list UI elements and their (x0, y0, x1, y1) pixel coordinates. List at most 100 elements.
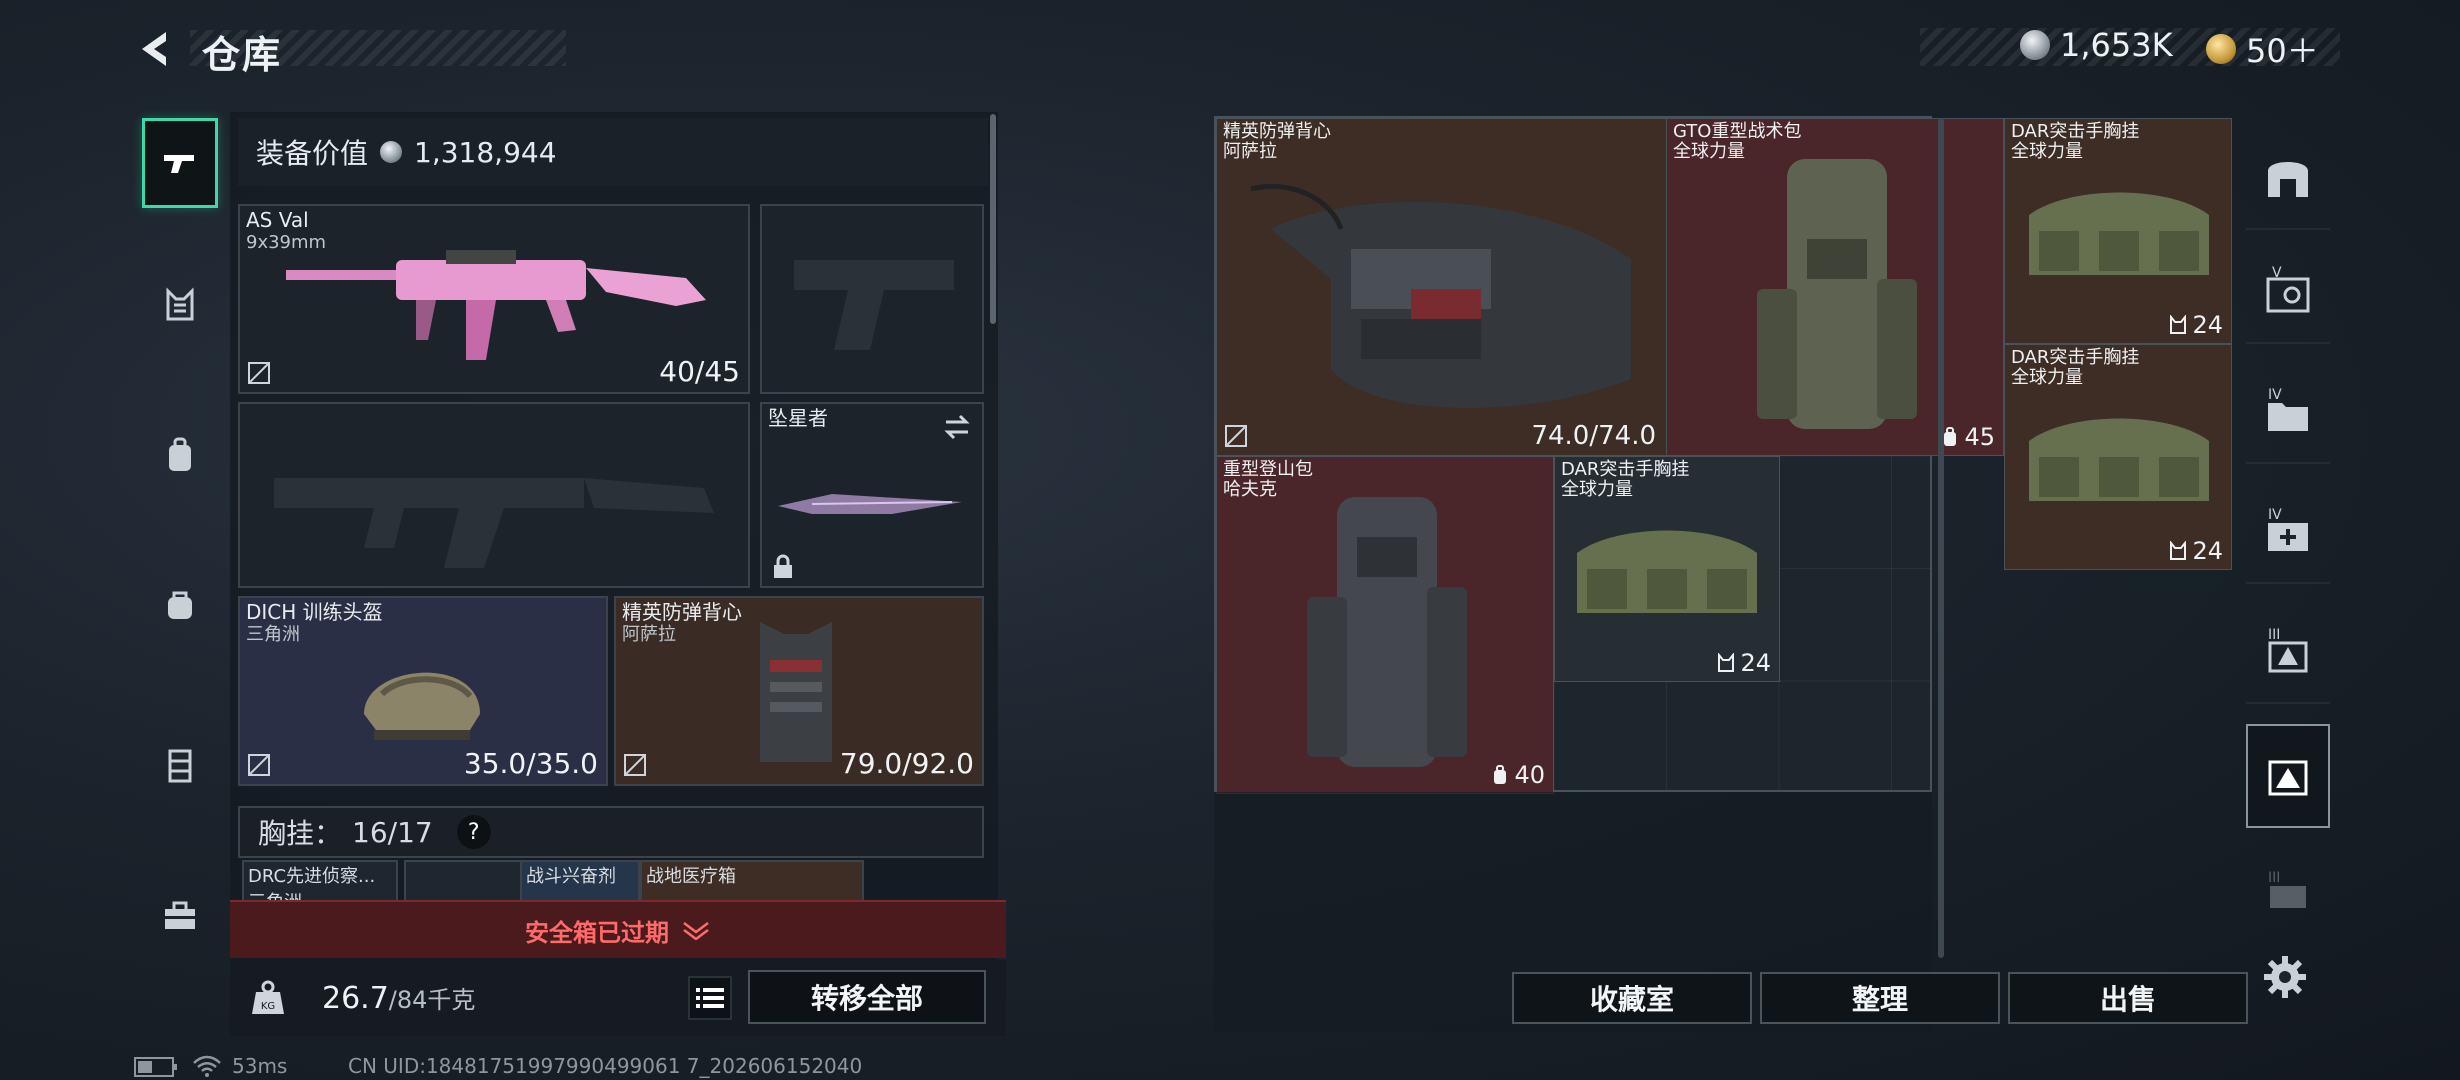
equipment-value-amount: 1,318,944 (414, 135, 557, 169)
storage-grid: 精英防弹背心 阿萨拉 74.0/74.0 GTO重型战术包 全球力量 45 DA… (1214, 116, 2232, 794)
tier-label: IV (2268, 387, 2282, 403)
storage-tab-2[interactable]: IV (2246, 360, 2330, 464)
no-insure-icon (1225, 425, 1247, 447)
helmet-brand: 三角洲 (246, 624, 300, 645)
currency-gold[interactable]: 50＋ (2206, 26, 2319, 72)
item-count-value: 24 (2192, 311, 2223, 339)
item-name: DAR突击手胸挂 (2011, 347, 2140, 368)
bag-icon (168, 591, 192, 619)
currency-silver[interactable]: 1,653K (2020, 26, 2173, 64)
pistol-silhouette-icon (794, 260, 954, 350)
folder-icon: IV (2268, 387, 2308, 431)
primary-weapon-slot[interactable]: AS Val 9x39mm 40/45 (238, 204, 750, 394)
storage-item[interactable]: DAR突击手胸挂 全球力量 24 (2004, 118, 2232, 344)
storage-item[interactable]: DAR突击手胸挂 全球力量 24 (1554, 456, 1780, 682)
item-brand: 哈夫克 (1223, 479, 1277, 500)
storage-tab-1[interactable]: V (2246, 240, 2330, 344)
battery-icon (134, 1057, 177, 1077)
storage-item[interactable]: GTO重型战术包 全球力量 45 (1666, 118, 2004, 456)
chest-rig-capacity-icon (2170, 315, 2187, 334)
storage-item[interactable]: DAR突击手胸挂 全球力量 24 (2004, 344, 2232, 570)
storage-tab-4[interactable]: III (2246, 600, 2330, 704)
item-count-value: 24 (1740, 649, 1771, 677)
storage-item[interactable]: 重型登山包 哈夫克 40 (1216, 456, 1554, 794)
helmet-durability: 35.0/35.0 (463, 747, 598, 780)
armor-brand: 阿萨拉 (622, 624, 676, 645)
nav-bag[interactable] (142, 560, 218, 650)
armor-slot[interactable]: 精英防弹背心 阿萨拉 79.0/92.0 (614, 596, 984, 786)
uid: CN UID:18481751997990499061 7_2026061520… (348, 1054, 863, 1078)
helmet-name: DICH 训练头盔 (246, 600, 383, 624)
sell-button[interactable]: 出售 (2008, 972, 2248, 1024)
chest-item[interactable]: DRC先进侦察... 三角洲 (242, 860, 398, 904)
ammo-box-icon: III (2268, 627, 2308, 673)
storage-tab-main[interactable] (2246, 126, 2330, 230)
backpack-icon (169, 437, 191, 471)
vest-image (1250, 183, 1631, 408)
chest-item-name: 战地医疗箱 (646, 866, 736, 887)
item-name: DAR突击手胸挂 (1561, 459, 1690, 480)
melee-slot[interactable]: 坠星者 (760, 402, 984, 588)
item-count-value: 45 (1964, 423, 1995, 451)
weight-icon: KG (252, 980, 284, 1014)
item-count: 24 (1716, 649, 1771, 677)
back-arrow-icon[interactable] (132, 26, 178, 72)
swap-icon[interactable] (942, 412, 972, 442)
storage-item[interactable]: 精英防弹背心 阿萨拉 74.0/74.0 (1216, 118, 1667, 456)
storage-tab-3[interactable]: IV (2246, 480, 2330, 584)
no-insure-icon (248, 362, 270, 384)
gear-icon[interactable] (2260, 952, 2310, 1002)
item-count-value: 40 (1514, 761, 1545, 789)
backpack-capacity-icon (1494, 765, 1507, 784)
storage-tab-6[interactable]: III (2246, 840, 2330, 944)
item-brand: 全球力量 (1673, 141, 1745, 162)
toolbox-icon (165, 901, 195, 929)
chevron-down-icon (683, 922, 709, 940)
list-view-button[interactable] (688, 976, 732, 1020)
crate-icon: III (2268, 870, 2306, 908)
nav-toolbox[interactable] (142, 870, 218, 960)
chest-rig-image (2029, 192, 2209, 275)
silver-coin-icon (2020, 30, 2050, 60)
equipment-value-label: 装备价值 (256, 137, 369, 170)
safe-box-expired-banner[interactable]: 安全箱已过期 (230, 900, 1006, 958)
item-brand: 阿萨拉 (1223, 141, 1277, 162)
silver-coin-icon (380, 141, 403, 163)
nav-backpack[interactable] (142, 410, 218, 500)
no-insure-icon (248, 754, 270, 776)
organize-button[interactable]: 整理 (1760, 972, 2000, 1024)
weight-readout: 26.7/84千克 (322, 980, 475, 1016)
chest-item[interactable]: 战斗兴奋剂 (520, 860, 640, 904)
storage-scrollbar[interactable] (1938, 118, 1944, 958)
item-brand: 全球力量 (2011, 367, 2083, 388)
nav-container[interactable] (142, 720, 218, 810)
container-icon (168, 749, 192, 783)
collection-button[interactable]: 收藏室 (1512, 972, 1752, 1024)
chest-rig-capacity: 16/17 (352, 815, 433, 849)
pistol-slot[interactable] (760, 204, 984, 394)
chest-item[interactable]: 战地医疗箱 (640, 860, 864, 904)
chest-item-empty[interactable] (404, 860, 524, 904)
category-nav (134, 110, 226, 1006)
item-name: 精英防弹背心 (1223, 121, 1331, 142)
help-icon[interactable]: ? (456, 815, 491, 849)
chest-item-name: 战斗兴奋剂 (526, 866, 616, 887)
vest-image (760, 622, 832, 762)
chest-rig-icon (166, 287, 194, 321)
gold-coin-icon (2206, 34, 2236, 64)
item-durability: 74.0/74.0 (1531, 421, 1656, 451)
backpack-image (1307, 497, 1467, 767)
blade-image (778, 494, 962, 514)
loadout-scrollbar[interactable] (990, 114, 996, 324)
storage-tab-5-active[interactable] (2246, 724, 2330, 828)
chest-rig-header: 胸挂： 16/17 ? (238, 806, 984, 858)
nav-weapons[interactable] (142, 118, 218, 208)
helmet-slot[interactable]: DICH 训练头盔 三角洲 35.0/35.0 (238, 596, 608, 786)
chest-rig-capacity-icon (2170, 541, 2187, 560)
transfer-all-button[interactable]: 转移全部 (748, 970, 986, 1024)
secondary-weapon-slot[interactable] (238, 402, 750, 588)
tier-label: III (2268, 870, 2280, 886)
helmet-image (364, 672, 480, 740)
nav-chest-rig[interactable] (142, 260, 218, 350)
chest-rig-capacity-icon (1718, 653, 1735, 672)
